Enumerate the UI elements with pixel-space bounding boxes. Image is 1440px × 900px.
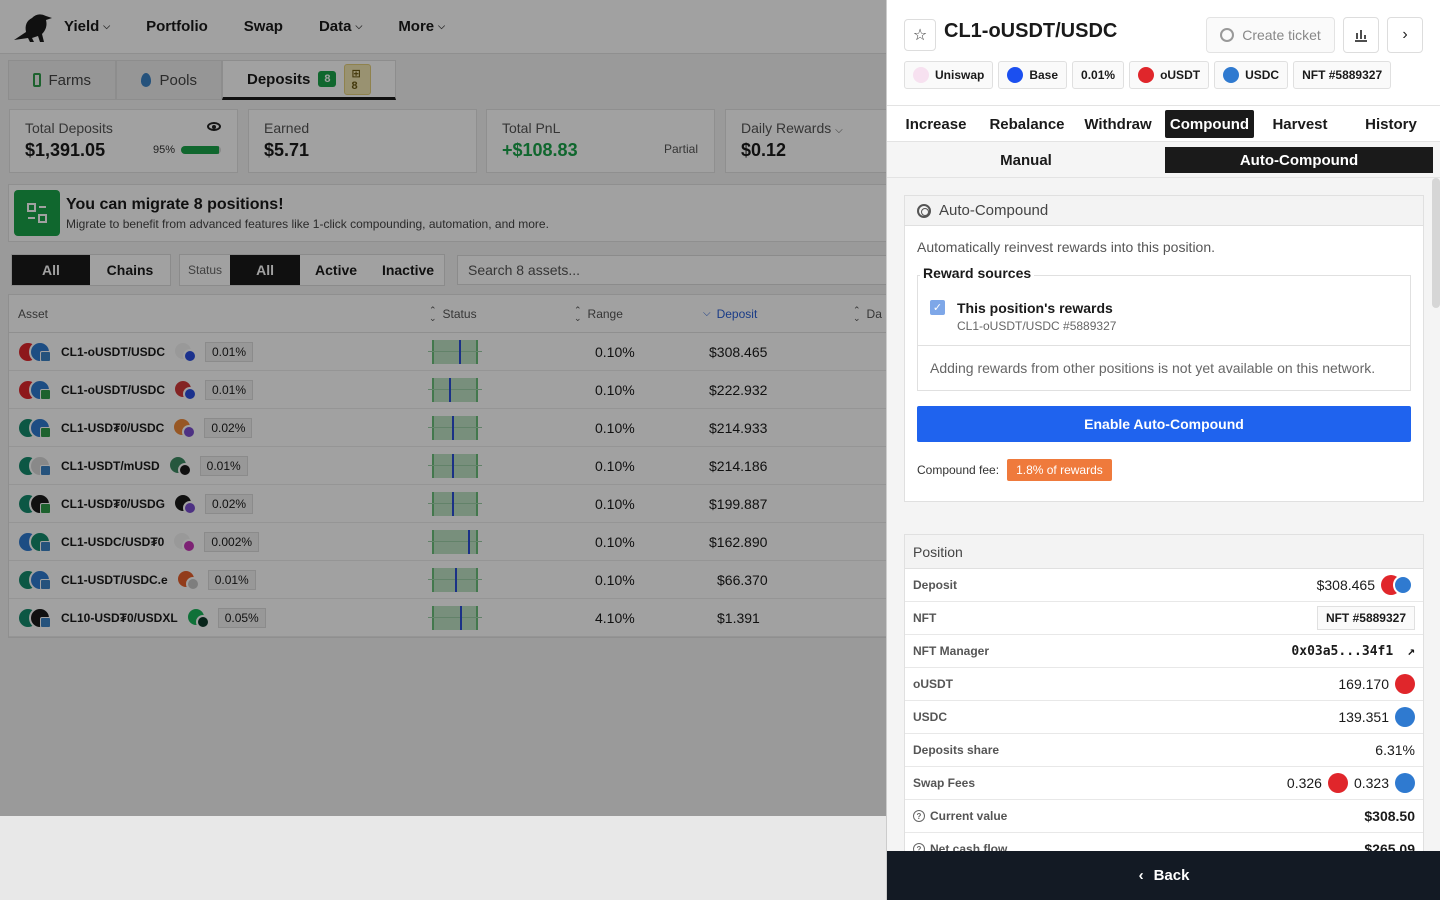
chip-uniswap[interactable]: Uniswap	[904, 61, 994, 89]
nft-manager-address[interactable]: 0x03a5...34f1	[1291, 644, 1393, 659]
action-tabs: Increase Rebalance Withdraw Compound Har…	[887, 106, 1440, 142]
position-panel: ☆ CL1-oUSDT/USDC Create ticket › Uniswap…	[886, 0, 1440, 900]
panel-scroll-area[interactable]: Auto-Compound Automatically reinvest rew…	[887, 178, 1440, 852]
tab-history[interactable]: History	[1357, 110, 1425, 138]
position-heading: Position	[905, 535, 1423, 569]
panel-scrollbar[interactable]	[1432, 178, 1440, 308]
background-app: Yield ⌵ Portfolio Swap Data ⌵ More ⌵ Farms …	[0, 0, 886, 900]
compound-fee-badge: 1.8% of rewards	[1007, 459, 1112, 481]
tab-harvest[interactable]: Harvest	[1267, 110, 1333, 138]
usdc-token-icon	[1223, 67, 1240, 83]
create-ticket-button[interactable]: Create ticket	[1206, 17, 1335, 53]
row-deposit: Deposit $308.465	[905, 569, 1423, 602]
favorite-star-icon[interactable]: ☆	[904, 19, 936, 51]
tab-increase[interactable]: Increase	[901, 110, 971, 138]
panel-title: CL1-oUSDT/USDC	[944, 20, 1118, 42]
chevron-right-icon[interactable]: ›	[1387, 17, 1423, 53]
token-pair-icon	[1381, 574, 1415, 596]
usdc-token-icon	[1395, 707, 1415, 727]
own-rewards-checkbox[interactable]: ✓	[930, 300, 945, 315]
chart-icon[interactable]	[1343, 17, 1379, 53]
row-current-value: ? Current value $308.50	[905, 800, 1423, 833]
tab-manual[interactable]: Manual	[887, 147, 1165, 173]
row-nft: NFT NFT #5889327	[905, 602, 1423, 635]
nft-badge[interactable]: NFT #5889327	[1316, 606, 1415, 630]
external-link-icon[interactable]: ↗	[1407, 644, 1415, 659]
position-card: Position Deposit $308.465 NFT NFT #58893…	[904, 534, 1424, 852]
row-nft-manager: NFT Manager 0x03a5...34f1 ↗	[905, 635, 1423, 668]
tab-rebalance[interactable]: Rebalance	[987, 110, 1067, 138]
auto-compound-description: Automatically reinvest rewards into this…	[917, 239, 1216, 255]
chip-nft[interactable]: NFT #5889327	[1293, 61, 1392, 89]
chip-base[interactable]: Base	[998, 61, 1068, 89]
ousdt-token-icon	[1327, 773, 1348, 793]
chip-usdc[interactable]: USDC	[1214, 61, 1289, 89]
ousdt-token-icon	[1395, 674, 1415, 694]
compound-fee: Compound fee: 1.8% of rewards	[905, 442, 1423, 495]
base-chain-icon	[1007, 67, 1024, 83]
usdc-token-icon	[1395, 773, 1415, 793]
row-ousdt: oUSDT 169.170	[905, 668, 1423, 701]
row-net-cash-flow: ? Net cash flow $265.09	[905, 833, 1423, 852]
help-icon[interactable]: ?	[913, 810, 925, 822]
modal-overlay[interactable]	[0, 0, 886, 816]
row-deposits-share: Deposits share 6.31%	[905, 734, 1423, 767]
back-button[interactable]: ‹ Back	[887, 851, 1440, 900]
lifebuoy-icon	[1220, 28, 1235, 42]
chip-fee: 0.01%	[1072, 61, 1125, 89]
panel-header: ☆ CL1-oUSDT/USDC Create ticket › Uniswap…	[887, 0, 1440, 106]
reward-sources: Reward sources ✓ This position's rewards…	[917, 265, 1411, 391]
auto-compound-heading: Auto-Compound	[939, 202, 1049, 219]
reward-source-own[interactable]: ✓ This position's rewards CL1-oUSDT/USDC…	[918, 276, 1410, 346]
unicorn-icon	[913, 67, 929, 83]
chevron-left-icon: ‹	[1138, 867, 1144, 884]
tab-compound[interactable]: Compound	[1165, 110, 1254, 138]
overlay-footer	[0, 816, 886, 900]
row-usdc: USDC 139.351	[905, 701, 1423, 734]
row-swap-fees: Swap Fees 0.326 0.323	[905, 767, 1423, 800]
position-chips: Uniswap Base 0.01% oUSDT USDC NFT #58893…	[904, 61, 1392, 89]
tab-auto-compound[interactable]: Auto-Compound	[1165, 147, 1433, 173]
auto-compound-card: Auto-Compound Automatically reinvest rew…	[904, 195, 1424, 502]
tab-withdraw[interactable]: Withdraw	[1082, 110, 1154, 138]
chip-ousdt[interactable]: oUSDT	[1129, 61, 1210, 89]
compound-mode-tabs: Manual Auto-Compound	[887, 142, 1440, 178]
enable-auto-compound-button[interactable]: Enable Auto-Compound	[917, 406, 1411, 442]
ousdt-token-icon	[1138, 67, 1155, 83]
gear-icon	[917, 203, 931, 218]
